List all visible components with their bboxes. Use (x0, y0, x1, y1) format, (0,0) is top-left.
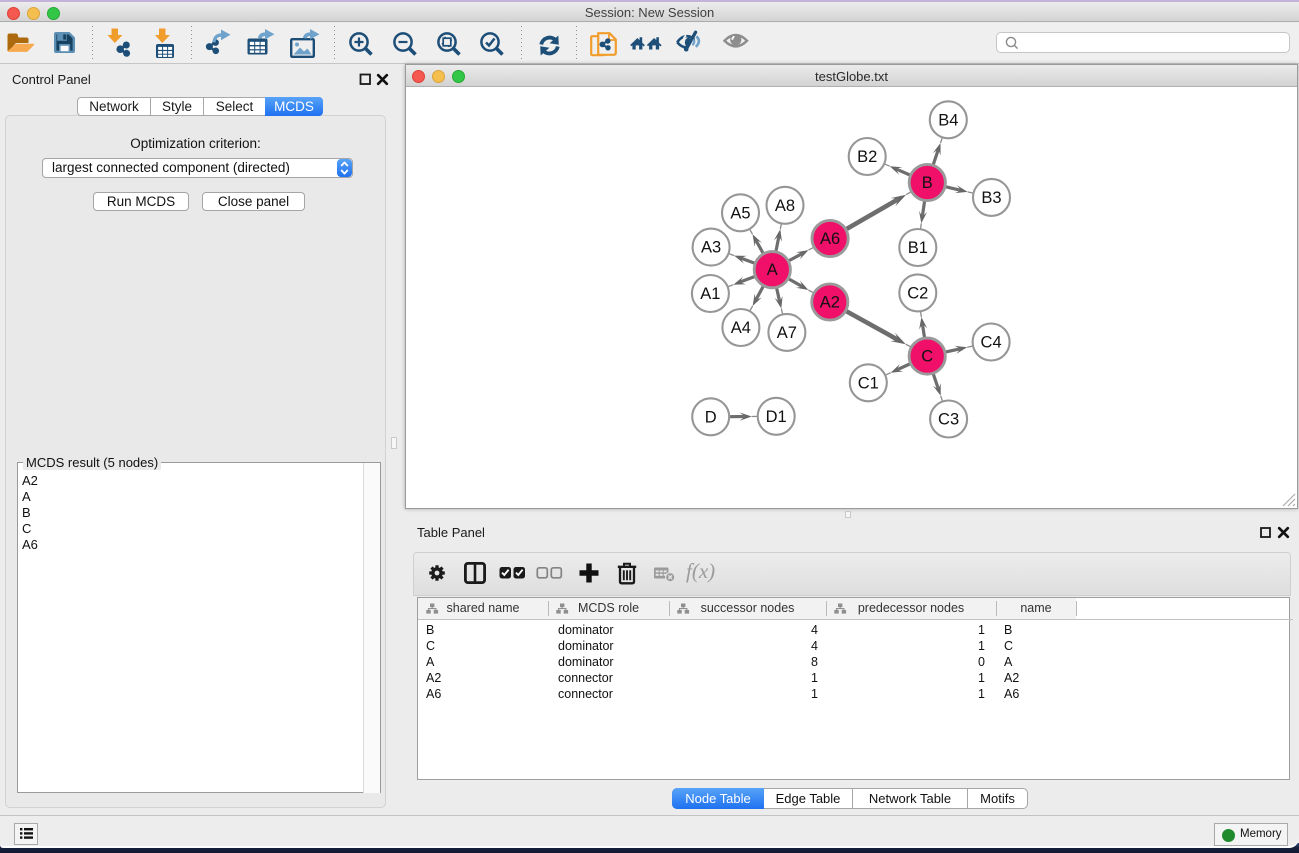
svg-text:C3: C3 (938, 411, 959, 429)
svg-text:A5: A5 (730, 204, 750, 222)
svg-text:A: A (767, 261, 778, 279)
svg-text:C1: C1 (858, 374, 879, 392)
svg-text:D: D (705, 408, 717, 426)
svg-text:B4: B4 (938, 111, 958, 129)
svg-text:B1: B1 (908, 239, 928, 257)
svg-text:C2: C2 (907, 284, 928, 302)
svg-text:A2: A2 (820, 294, 840, 312)
svg-text:A7: A7 (777, 324, 797, 342)
svg-text:B2: B2 (857, 148, 877, 166)
svg-text:A4: A4 (731, 319, 751, 337)
svg-text:A3: A3 (701, 239, 721, 257)
svg-text:A6: A6 (820, 230, 840, 248)
svg-text:D1: D1 (766, 408, 787, 426)
svg-text:B: B (922, 174, 933, 192)
svg-text:A8: A8 (775, 197, 795, 215)
svg-text:A1: A1 (700, 285, 720, 303)
svg-text:C: C (921, 348, 933, 366)
svg-text:C4: C4 (981, 334, 1002, 352)
svg-text:B3: B3 (981, 189, 1001, 207)
